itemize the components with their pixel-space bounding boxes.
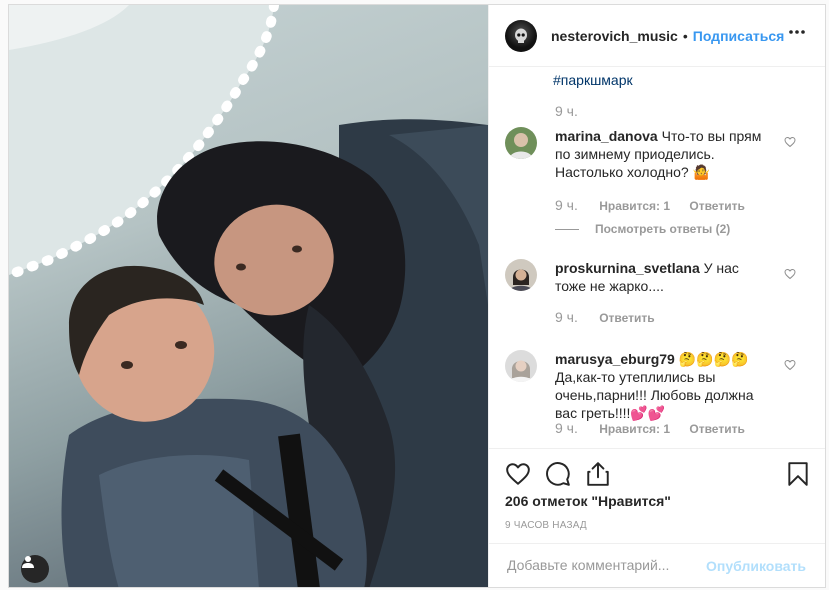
post-timestamp[interactable]: 9 ЧАСОВ НАЗАД	[505, 520, 587, 531]
reply-button[interactable]: Ответить	[689, 422, 744, 436]
add-comment-section: Опубликовать	[489, 543, 825, 587]
header-username[interactable]: nesterovich_music	[551, 28, 678, 44]
post-photo[interactable]	[9, 5, 488, 587]
comment-bubble-icon[interactable]	[545, 461, 571, 492]
upload-arrow-outline	[587, 462, 609, 486]
comment-meta: 9 ч. Нравится: 1 Ответить	[555, 420, 761, 436]
post-sidebar: nesterovich_music • Подписаться #паркшма…	[488, 5, 825, 587]
skull-icon	[515, 28, 527, 43]
heart-icon	[784, 359, 796, 371]
person-icon	[22, 556, 34, 568]
commenter-avatar[interactable]	[505, 259, 537, 291]
heart-icon[interactable]	[505, 461, 531, 492]
comment-item: marina_danova Что-то вы прям по зимнему …	[505, 127, 825, 247]
comment-like-icon[interactable]	[784, 267, 796, 285]
comment-meta: 9 ч. Нравится: 1 Ответить	[555, 197, 761, 213]
speech-bubble-outline	[546, 462, 570, 486]
comment-body: marina_danova Что-то вы прям по зимнему …	[555, 127, 770, 181]
ellipsis-icon	[789, 30, 805, 34]
caption-time[interactable]: 9 ч.	[555, 103, 578, 119]
replies-divider	[555, 228, 579, 230]
comment-input[interactable]	[505, 556, 709, 574]
bookmark-icon[interactable]	[785, 461, 811, 492]
save-outline	[788, 462, 808, 486]
post-header: nesterovich_music • Подписаться	[489, 5, 825, 67]
post-photo-art	[9, 5, 488, 587]
follow-button[interactable]: Подписаться	[693, 28, 785, 44]
comment-likes[interactable]: Нравится: 1	[599, 199, 670, 213]
view-replies-button[interactable]: Посмотреть ответы (2)	[555, 222, 730, 236]
comment-like-icon[interactable]	[784, 135, 796, 153]
avatar-photo	[505, 259, 537, 291]
instagram-post: nesterovich_music • Подписаться #паркшма…	[8, 4, 826, 588]
comment-like-icon[interactable]	[784, 358, 796, 376]
comment-item: marusya_eburg79 🤔🤔🤔🤔Да,как-то утеплились…	[505, 350, 825, 445]
likes-count[interactable]: 206 отметок "Нравится"	[505, 493, 671, 509]
comment-username[interactable]: proskurnina_svetlana	[555, 260, 700, 276]
reply-button[interactable]: Ответить	[689, 199, 744, 213]
heart-icon	[784, 268, 796, 280]
header-separator: •	[682, 27, 688, 44]
more-options-icon[interactable]	[788, 23, 806, 46]
publish-button[interactable]: Опубликовать	[706, 558, 806, 574]
comment-body: marusya_eburg79 🤔🤔🤔🤔Да,как-то утеплились…	[555, 350, 770, 422]
avatar-photo	[505, 350, 537, 382]
comments-list[interactable]: #паркшмарк 9 ч. marina_danova Что-то вы …	[489, 67, 825, 448]
comment-time[interactable]: 9 ч.	[555, 309, 578, 325]
tagged-user-icon[interactable]	[21, 555, 49, 583]
comment-time[interactable]: 9 ч.	[555, 420, 578, 436]
share-icon[interactable]	[585, 461, 611, 492]
action-icons	[505, 461, 810, 489]
caption-hashtag[interactable]: #паркшмарк	[553, 72, 633, 88]
comment-username[interactable]: marina_danova	[555, 128, 658, 144]
post-actions: 206 отметок "Нравится" 9 ЧАСОВ НАЗАД Опу…	[489, 448, 825, 587]
comment-meta: 9 ч. Ответить	[555, 309, 671, 325]
view-replies-label: Посмотреть ответы (2)	[595, 222, 731, 236]
skull-avatar-icon[interactable]	[505, 19, 537, 52]
comment-likes[interactable]: Нравится: 1	[599, 422, 670, 436]
comment-time[interactable]: 9 ч.	[555, 197, 578, 213]
commenter-avatar[interactable]	[505, 127, 537, 159]
reply-button[interactable]: Ответить	[599, 311, 654, 325]
commenter-avatar[interactable]	[505, 350, 537, 382]
heart-icon	[784, 136, 796, 148]
comment-body: proskurnina_svetlana У нас тоже не жарко…	[555, 259, 770, 295]
avatar-photo	[505, 127, 537, 159]
comment-item: proskurnina_svetlana У нас тоже не жарко…	[505, 259, 825, 339]
like-heart-outline	[506, 463, 530, 485]
comment-username[interactable]: marusya_eburg79	[555, 351, 675, 367]
